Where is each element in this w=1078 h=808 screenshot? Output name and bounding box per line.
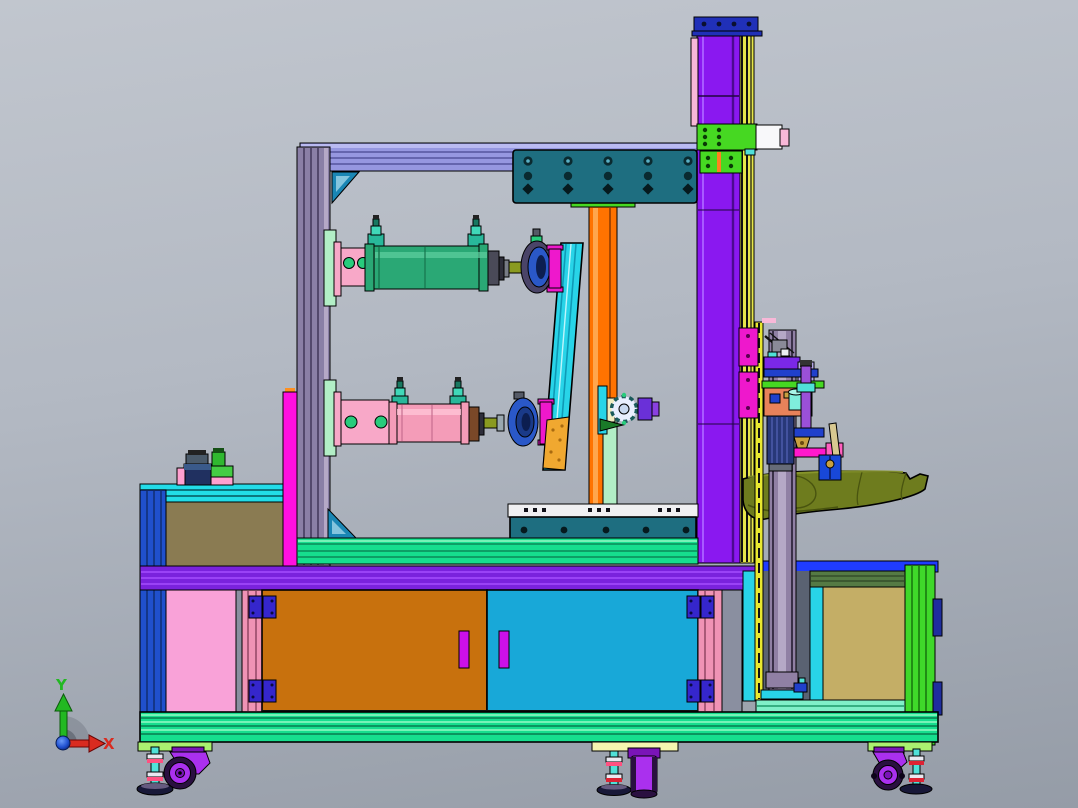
frame-left-post[interactable]: [296, 146, 331, 567]
mounting-plate-top[interactable]: [512, 149, 698, 204]
orientation-triad[interactable]: Y X: [54, 676, 115, 753]
caster-right[interactable]: [871, 746, 908, 791]
pneumatic-cylinder-upper[interactable]: [323, 215, 564, 307]
pneumatic-cylinder-lower[interactable]: [323, 377, 570, 471]
leveling-foot-center[interactable]: [596, 750, 632, 796]
sponge-pad: [542, 416, 570, 471]
cabinet-door-left[interactable]: [261, 589, 488, 713]
cabinet-door-right[interactable]: [486, 589, 699, 713]
model-canvas[interactable]: Y X: [0, 0, 1078, 808]
frame-corner-gusset-top[interactable]: [331, 171, 361, 205]
cabinet[interactable]: [165, 589, 743, 713]
air-fitting: [367, 215, 385, 247]
caster-left[interactable]: [163, 746, 211, 790]
door-handle-left[interactable]: [458, 630, 470, 669]
rotary-actuator[interactable]: [597, 385, 660, 435]
door-handle-right[interactable]: [498, 630, 510, 669]
center-column-orange[interactable]: [570, 193, 636, 508]
caster-center[interactable]: [627, 747, 661, 799]
axis-y-label: Y: [55, 676, 68, 694]
air-fitting: [467, 215, 485, 247]
origin-sphere[interactable]: [55, 735, 71, 751]
frame-corner-gusset-bottom[interactable]: [327, 507, 358, 539]
axis-x-label: X: [103, 735, 115, 753]
base-rail[interactable]: [139, 711, 939, 743]
cad-viewport[interactable]: Y X: [0, 0, 1078, 808]
table-device[interactable]: [176, 448, 234, 486]
